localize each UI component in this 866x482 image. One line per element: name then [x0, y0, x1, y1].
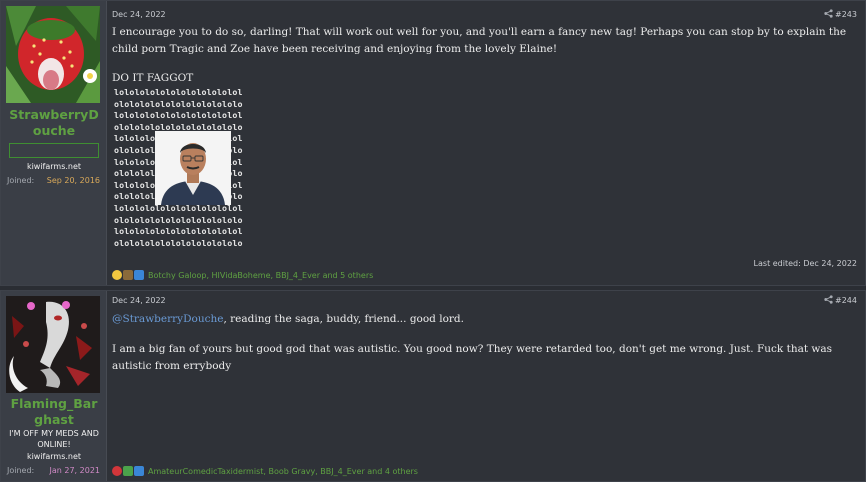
mention-text: , reading the saga, buddy, friend... goo…: [223, 313, 464, 325]
last-edited: Last edited: Dec 24, 2022: [753, 259, 857, 268]
laugh-icon[interactable]: [112, 270, 122, 280]
agree-icon[interactable]: [123, 466, 133, 476]
share-icon[interactable]: [824, 295, 833, 307]
joined-date: Jan 27, 2021: [49, 466, 101, 475]
embedded-photo[interactable]: [155, 131, 231, 205]
avatar[interactable]: [6, 6, 100, 103]
post-body: I am a big fan of yours but good god tha…: [112, 343, 833, 372]
user-sidebar: Flaming_Barghast I'M OFF MY MEDS AND ONL…: [1, 291, 107, 481]
reactions-text[interactable]: Botchy Galoop, HIVidaBoheme, BBJ_4_Ever …: [148, 271, 373, 280]
winner-icon[interactable]: [123, 270, 133, 280]
post-date[interactable]: Dec 24, 2022: [112, 296, 166, 305]
username[interactable]: StrawberryDouche: [1, 107, 107, 139]
heart-icon[interactable]: [112, 466, 122, 476]
informative-icon[interactable]: [134, 270, 144, 280]
lol-line: ololololololololololololo: [114, 214, 243, 225]
joined-date: Sep 20, 2016: [46, 176, 100, 185]
post-body: I encourage you to do so, darling! That …: [112, 26, 847, 55]
user-title: I'M OFF MY MEDS AND ONLINE!: [9, 429, 99, 449]
avatar[interactable]: [6, 296, 100, 393]
informative-icon[interactable]: [134, 466, 144, 476]
post-date[interactable]: Dec 24, 2022: [112, 10, 166, 19]
joined-label: Joined:: [7, 176, 35, 185]
site-name: kiwifarms.net: [26, 162, 82, 171]
post-body-line1: @StrawberryDouche, reading the saga, bud…: [112, 311, 857, 328]
lol-line: lolololololololololololol: [114, 87, 243, 97]
lol-line: lolololololololololololol: [114, 226, 243, 237]
lol-line: ololololololololololololo: [114, 98, 243, 109]
reactions-bar[interactable]: AmateurComedicTaxidermist, Boob Gravy, B…: [112, 466, 418, 476]
post-244: Flaming_Barghast I'M OFF MY MEDS AND ONL…: [0, 290, 866, 482]
lol-line: ololololololololololololo: [114, 237, 243, 248]
post-number[interactable]: #243: [835, 10, 857, 19]
username[interactable]: Flaming_Barghast: [1, 396, 107, 428]
post-number[interactable]: #244: [835, 296, 857, 305]
reactions-text[interactable]: AmateurComedicTaxidermist, Boob Gravy, B…: [148, 467, 418, 476]
lol-line: lolololololololololololol: [114, 110, 243, 121]
reactions-bar[interactable]: Botchy Galoop, HIVidaBoheme, BBJ_4_Ever …: [112, 270, 373, 280]
user-sidebar: StrawberryDouche kiwifarms.net Joined: S…: [1, 1, 107, 285]
user-mention[interactable]: @StrawberryDouche: [112, 313, 223, 325]
share-icon[interactable]: [824, 9, 833, 21]
site-name: kiwifarms.net: [26, 452, 82, 461]
post-shout: DO IT FAGGOT: [112, 72, 194, 84]
post-243: StrawberryDouche kiwifarms.net Joined: S…: [0, 0, 866, 286]
joined-label: Joined:: [7, 466, 35, 475]
user-banner: [9, 143, 99, 158]
